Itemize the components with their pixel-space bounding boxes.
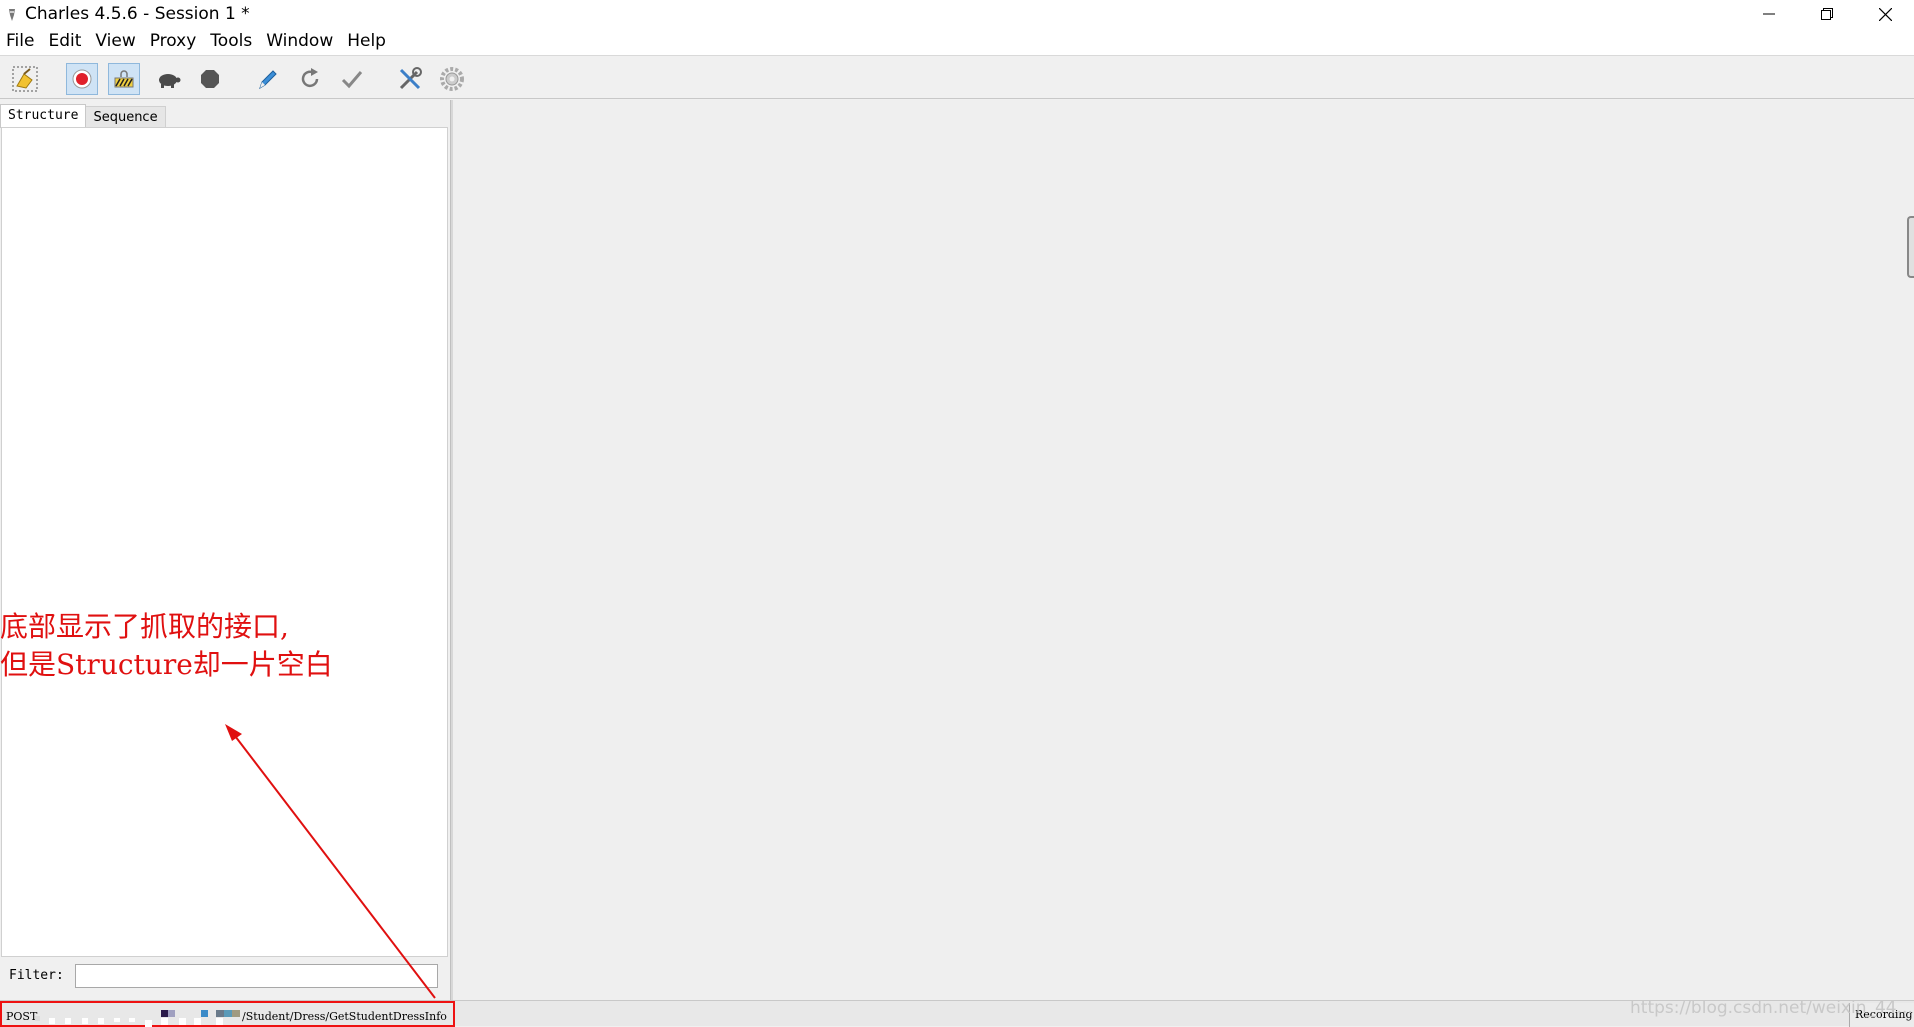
detail-pane	[453, 100, 1914, 1000]
close-icon	[1878, 7, 1892, 21]
menu-proxy[interactable]: Proxy	[144, 28, 205, 55]
ssl-proxying-button[interactable]	[108, 63, 140, 95]
repeat-icon	[301, 68, 319, 88]
minimize-icon	[1763, 13, 1775, 15]
status-method: POST	[6, 1010, 38, 1023]
progress-dot	[161, 1018, 168, 1025]
menu-bar: File Edit View Proxy Tools Window Help	[0, 28, 1914, 55]
breakpoints-stop-icon	[201, 70, 219, 88]
compose-pen-icon	[259, 70, 277, 90]
tab-structure[interactable]: Structure	[0, 104, 87, 128]
close-button[interactable]	[1856, 0, 1914, 28]
menu-window[interactable]: Window	[260, 28, 341, 55]
progress-dot	[201, 1010, 208, 1017]
tab-sequence[interactable]: Sequence	[86, 106, 166, 128]
progress-dot	[65, 1018, 71, 1024]
progress-dot	[232, 1010, 240, 1017]
side-panel-handle[interactable]	[1907, 216, 1914, 278]
minimize-button[interactable]	[1740, 0, 1798, 28]
menu-edit[interactable]: Edit	[42, 28, 89, 55]
toolbar	[0, 55, 1914, 99]
menu-tools[interactable]: Tools	[204, 28, 260, 55]
throttle-turtle-icon	[159, 74, 181, 88]
status-request-highlight[interactable]: POST /Student/Dress/GetStudentDressInfo	[0, 1001, 455, 1027]
charles-app-icon	[6, 7, 18, 21]
structure-tree[interactable]	[1, 127, 448, 957]
progress-dot	[216, 1018, 223, 1025]
throttle-button[interactable]	[152, 63, 184, 95]
progress-dot	[82, 1018, 88, 1024]
tools-icon	[399, 67, 422, 90]
restore-button[interactable]	[1798, 0, 1856, 28]
settings-gear-icon	[440, 67, 464, 91]
title-bar: Charles 4.5.6 - Session 1 *	[0, 0, 1914, 28]
window-title: Charles 4.5.6 - Session 1 *	[25, 4, 250, 24]
status-request-path: /Student/Dress/GetStudentDressInfo	[242, 1010, 447, 1023]
progress-dot	[194, 1018, 201, 1025]
progress-dot	[168, 1010, 175, 1017]
menu-file[interactable]: File	[0, 28, 42, 55]
restore-icon	[1821, 8, 1833, 20]
compose-button[interactable]	[251, 63, 283, 95]
filter-label: Filter:	[9, 968, 64, 983]
watermark: https://blog.csdn.net/weixin_44...	[1630, 998, 1913, 1018]
progress-dot	[49, 1018, 55, 1024]
validate-button[interactable]	[336, 63, 368, 95]
repeat-button[interactable]	[294, 63, 326, 95]
annotation-line-1: 底部显示了抓取的接口,	[0, 610, 289, 643]
filter-input[interactable]	[75, 964, 438, 988]
annotation-line-2: 但是Structure却一片空白	[0, 648, 333, 681]
clear-session-button[interactable]	[9, 63, 41, 95]
ssl-proxying-icon	[114, 70, 134, 88]
menu-help[interactable]: Help	[341, 28, 394, 55]
view-tabs: Structure Sequence	[0, 104, 166, 128]
broom-icon	[12, 66, 38, 92]
progress-dot	[35, 1016, 40, 1021]
progress-dot	[161, 1010, 168, 1017]
annotation-text: 底部显示了抓取的接口, 但是Structure却一片空白	[0, 608, 333, 684]
left-pane: Structure Sequence Filter:	[0, 100, 450, 1000]
breakpoints-button[interactable]	[194, 63, 226, 95]
menu-view[interactable]: View	[89, 28, 143, 55]
record-button[interactable]	[66, 63, 98, 95]
progress-dot	[98, 1018, 104, 1024]
progress-dot	[129, 1018, 135, 1022]
validate-check-icon	[341, 71, 363, 89]
progress-dot	[179, 1018, 186, 1025]
progress-dot	[216, 1010, 224, 1017]
settings-button[interactable]	[436, 63, 468, 95]
progress-dot	[114, 1018, 120, 1022]
progress-dot	[224, 1010, 232, 1017]
tools-button[interactable]	[394, 63, 426, 95]
record-icon	[72, 69, 92, 89]
status-bar: POST /Student/Dress/GetStudentDressInfo …	[0, 1000, 1914, 1027]
